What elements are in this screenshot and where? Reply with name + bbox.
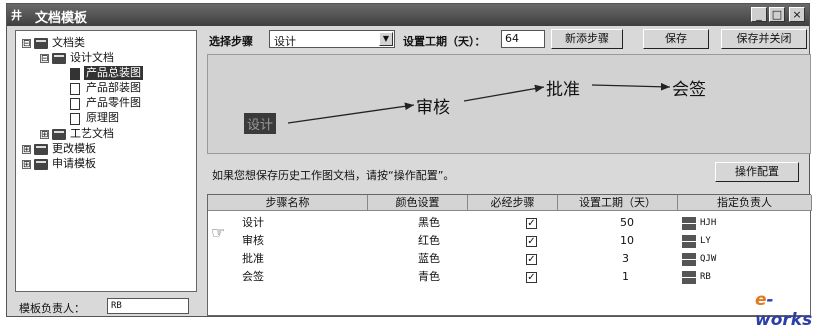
select-step-value: 设计 bbox=[274, 35, 296, 48]
steps-table: 步骤名称 颜色设置 必经步骤 设置工期（天） 指定负责人 ☞ 设计 黑色 ✓ 5… bbox=[207, 194, 812, 316]
owner-cell[interactable]: HJH bbox=[700, 215, 716, 231]
tree-node-assembly-drawing[interactable]: 产品总装图 bbox=[84, 66, 143, 80]
history-hint-text: 如果您想保存历史工作图文档，请按“操作配置”。 bbox=[212, 169, 455, 182]
set-days-label: 设置工期（天）： bbox=[403, 35, 486, 48]
eworks-watermark-logo: e-works bbox=[755, 290, 813, 330]
flow-arrow bbox=[591, 82, 671, 91]
expand-icon[interactable]: ⊞ bbox=[22, 160, 31, 170]
tree-node-change-templates[interactable]: 更改模板 bbox=[52, 142, 96, 156]
select-step-label: 选择步骤 bbox=[209, 35, 253, 48]
row-pointer-icon: ☞ bbox=[211, 223, 226, 242]
tree-node-process-docs[interactable]: 工艺文档 bbox=[70, 127, 114, 141]
collapse-icon[interactable]: ⊟ bbox=[40, 54, 49, 64]
add-step-button[interactable]: 新添步骤 bbox=[551, 29, 623, 49]
flow-arrow bbox=[463, 84, 545, 102]
collapse-icon[interactable]: ⊟ bbox=[22, 39, 31, 49]
required-checkbox[interactable]: ✓ bbox=[526, 236, 537, 247]
save-button[interactable]: 保存 bbox=[643, 29, 709, 49]
flow-step-approve[interactable]: 批准 bbox=[546, 75, 580, 100]
column-header-days[interactable]: 设置工期（天） bbox=[558, 195, 678, 211]
step-name-cell[interactable]: 设计 bbox=[242, 215, 264, 231]
flow-arrow bbox=[287, 102, 415, 124]
flow-step-countersign[interactable]: 会签 bbox=[672, 75, 706, 100]
workflow-canvas[interactable]: 设计 审核 批准 会签 bbox=[207, 54, 811, 154]
template-owner-label: 模板负责人： bbox=[19, 302, 85, 315]
column-header-color[interactable]: 颜色设置 bbox=[368, 195, 468, 211]
spin-icon[interactable] bbox=[682, 235, 696, 249]
owner-cell[interactable]: LY bbox=[700, 233, 711, 249]
document-icon bbox=[70, 68, 80, 80]
document-icon bbox=[70, 83, 80, 95]
step-name-cell[interactable]: 审核 bbox=[242, 233, 264, 249]
document-icon bbox=[70, 113, 80, 125]
title-bar: 井 文档模板 _ □ × bbox=[7, 4, 809, 26]
owner-cell[interactable]: RB bbox=[700, 269, 711, 285]
window-title: 文档模板 bbox=[35, 11, 88, 26]
workflow-arrows bbox=[287, 82, 671, 124]
book-icon bbox=[34, 159, 48, 170]
book-icon bbox=[34, 38, 48, 49]
maximize-button[interactable]: □ bbox=[769, 7, 785, 22]
column-header-owner[interactable]: 指定负责人 bbox=[678, 195, 812, 211]
spin-icon[interactable] bbox=[682, 271, 696, 285]
book-icon bbox=[34, 144, 48, 155]
document-icon bbox=[70, 98, 80, 110]
days-cell[interactable]: 50 bbox=[620, 215, 634, 231]
set-days-input[interactable]: 64 bbox=[501, 30, 545, 48]
days-cell[interactable]: 3 bbox=[622, 251, 629, 267]
tree-node-request-templates[interactable]: 申请模板 bbox=[52, 157, 96, 171]
spin-icon[interactable] bbox=[682, 217, 696, 231]
operation-config-button[interactable]: 操作配置 bbox=[715, 162, 799, 182]
template-tree: ⊟ 文档类 ⊟ 设计文档 产品总装图 产品部装图 产品零件图 原理图 ⊞ 工艺文… bbox=[15, 30, 197, 292]
spin-icon[interactable] bbox=[682, 253, 696, 267]
flow-step-review[interactable]: 审核 bbox=[416, 93, 450, 118]
column-header-required[interactable]: 必经步骤 bbox=[468, 195, 558, 211]
days-cell[interactable]: 1 bbox=[622, 269, 629, 285]
tree-node-part-drawing[interactable]: 产品零件图 bbox=[86, 96, 141, 110]
step-name-cell[interactable]: 批准 bbox=[242, 251, 264, 267]
book-icon bbox=[52, 53, 66, 64]
app-icon: 井 bbox=[11, 9, 22, 22]
required-checkbox[interactable]: ✓ bbox=[526, 254, 537, 265]
required-checkbox[interactable]: ✓ bbox=[526, 218, 537, 229]
owner-cell[interactable]: QJW bbox=[700, 251, 716, 267]
save-and-close-button[interactable]: 保存并关闭 bbox=[721, 29, 807, 49]
color-cell[interactable]: 黑色 bbox=[418, 215, 440, 231]
color-cell[interactable]: 青色 bbox=[418, 269, 440, 285]
color-cell[interactable]: 红色 bbox=[418, 233, 440, 249]
minimize-button[interactable]: _ bbox=[751, 7, 767, 22]
book-icon bbox=[52, 129, 66, 140]
step-name-cell[interactable]: 会签 bbox=[242, 269, 264, 285]
chevron-down-icon[interactable]: ▼ bbox=[379, 32, 393, 46]
select-step-dropdown[interactable]: 设计 ▼ bbox=[269, 30, 395, 48]
template-owner-field[interactable]: RB bbox=[107, 298, 189, 314]
tree-node-subassembly-drawing[interactable]: 产品部装图 bbox=[86, 81, 141, 95]
expand-icon[interactable]: ⊞ bbox=[40, 130, 49, 140]
column-header-step-name[interactable]: 步骤名称 bbox=[208, 195, 368, 211]
tree-node-schematic[interactable]: 原理图 bbox=[86, 111, 119, 125]
tree-node-document-class[interactable]: 文档类 bbox=[52, 36, 85, 50]
color-cell[interactable]: 蓝色 bbox=[418, 251, 440, 267]
tree-node-design-docs[interactable]: 设计文档 bbox=[70, 51, 114, 65]
required-checkbox[interactable]: ✓ bbox=[526, 272, 537, 283]
flow-step-design[interactable]: 设计 bbox=[244, 113, 277, 134]
expand-icon[interactable]: ⊞ bbox=[22, 145, 31, 155]
days-cell[interactable]: 10 bbox=[620, 233, 634, 249]
document-template-window: 井 文档模板 _ □ × ⊟ 文档类 ⊟ 设计文档 产品总装图 产品部装图 产品… bbox=[6, 3, 812, 330]
close-button[interactable]: × bbox=[789, 7, 805, 22]
